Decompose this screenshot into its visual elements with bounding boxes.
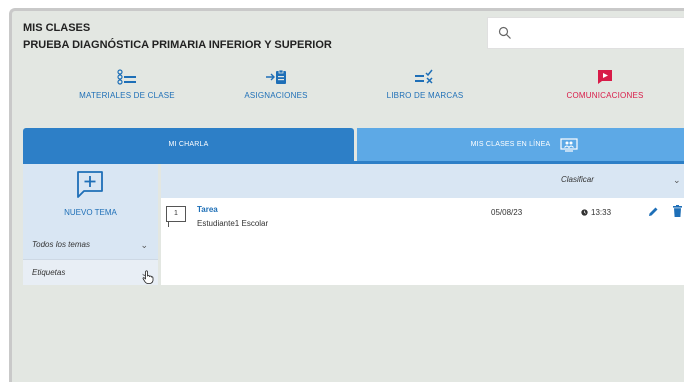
list-bullets-icon [117,69,136,85]
filter-label: Etiquetas [32,268,66,277]
gradebook-icon [415,69,433,84]
speech-bubble-tail [168,221,175,227]
tab-my-online-classes[interactable]: MIS CLASES EN LÍNEA [357,128,684,161]
nav-gradebook[interactable]: LIBRO DE MARCAS [350,69,500,107]
nav-label: ASIGNACIONES [244,91,308,100]
nav-communications[interactable]: COMUNICACIONES [530,69,680,107]
trash-icon[interactable] [673,205,682,217]
message-play-icon [598,70,612,84]
tab-label: MI CHARLA [168,141,209,148]
clock-icon [581,209,588,216]
new-topic-button[interactable]: NUEVO TEMA [23,164,158,219]
page-title: MIS CLASES [23,22,91,34]
tab-bar: MI CHARLA MIS CLASES EN LÍNEA [23,128,684,161]
nav-label: MATERIALES DE CLASE [79,91,175,100]
post-author: Estudiante1 Escolar [197,219,269,228]
post-row[interactable]: 1 Tarea Estudiante1 Escolar 05/08/23 13:… [161,198,684,238]
filter-label: Todos los temas [32,240,90,249]
reply-count-badge: 1 [166,206,186,222]
topics-sidebar: NUEVO TEMA Todos los temas ⌄ Etiquetas ⌄ [23,164,158,285]
hand-cursor-icon [142,270,154,284]
tab-label: MIS CLASES EN LÍNEA [470,141,551,148]
sort-label: Clasificar [561,175,594,184]
post-time-value: 13:33 [591,208,612,217]
edit-icon[interactable] [648,206,659,217]
post-date: 05/08/23 [491,208,523,217]
posts-list: 1 Tarea Estudiante1 Escolar 05/08/23 13:… [161,198,684,285]
post-time: 13:33 [581,208,611,217]
sort-dropdown[interactable]: Clasificar ⌄ [161,164,684,198]
search-input[interactable] [518,22,684,46]
nav-class-materials[interactable]: MATERIALES DE CLASE [52,69,202,107]
class-name: PRUEBA DIAGNÓSTICA PRIMARIA INFERIOR Y S… [23,39,332,51]
new-topic-label: NUEVO TEMA [64,208,117,217]
search-box[interactable] [487,17,684,49]
online-class-icon [560,137,578,152]
clipboard-arrow-icon [266,69,286,84]
chevron-down-icon: ⌄ [673,175,681,185]
chevron-down-icon: ⌄ [140,240,148,250]
search-icon[interactable] [498,26,512,40]
nav-assignments[interactable]: ASIGNACIONES [201,69,351,107]
post-title-link[interactable]: Tarea [197,205,218,214]
nav-label: COMUNICACIONES [566,91,644,100]
nav-label: LIBRO DE MARCAS [386,91,464,100]
filter-tags[interactable]: Etiquetas ⌄ [23,259,158,285]
app-window: MIS CLASES PRUEBA DIAGNÓSTICA PRIMARIA I… [9,8,684,382]
add-message-icon [77,171,103,198]
filter-all-topics[interactable]: Todos los temas ⌄ [23,232,158,258]
tab-my-chat[interactable]: MI CHARLA [23,128,354,161]
